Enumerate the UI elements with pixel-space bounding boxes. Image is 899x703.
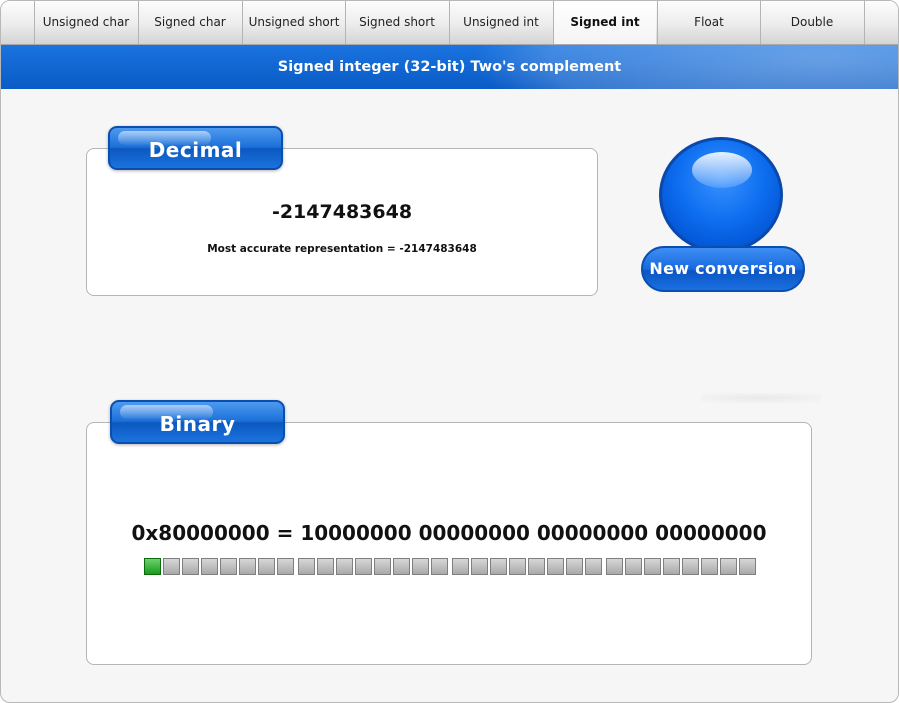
bit-toggle-27[interactable] [220, 558, 237, 575]
bit-toggle-25[interactable] [258, 558, 275, 575]
bit-toggle-21[interactable] [336, 558, 353, 575]
app-window: Unsigned char Signed char Unsigned short… [0, 0, 899, 703]
bit-toggle-9[interactable] [566, 558, 583, 575]
bit-toggle-29[interactable] [182, 558, 199, 575]
tab-unsigned-short[interactable]: Unsigned short [242, 1, 345, 44]
tab-signed-int[interactable]: Signed int [553, 1, 656, 44]
bit-toggle-10[interactable] [547, 558, 564, 575]
bit-toggle-12[interactable] [509, 558, 526, 575]
bit-toggle-0[interactable] [739, 558, 756, 575]
orb-icon [659, 137, 783, 253]
tab-signed-short[interactable]: Signed short [345, 1, 448, 44]
title-banner: Signed integer (32-bit) Two's complement [1, 45, 898, 89]
binary-label: Binary [110, 400, 285, 444]
tab-divider [864, 1, 865, 44]
tab-double[interactable]: Double [760, 1, 863, 44]
bit-toggle-3[interactable] [682, 558, 699, 575]
bit-toggle-4[interactable] [663, 558, 680, 575]
bit-toggle-1[interactable] [720, 558, 737, 575]
tab-unsigned-char[interactable]: Unsigned char [34, 1, 137, 44]
type-tab-bar: Unsigned char Signed char Unsigned short… [1, 1, 898, 45]
bit-toggle-30[interactable] [163, 558, 180, 575]
bit-toggle-15[interactable] [452, 558, 469, 575]
new-conversion-button[interactable]: New conversion [639, 137, 807, 297]
bit-toggle-row [144, 558, 758, 576]
bit-toggle-7[interactable] [606, 558, 623, 575]
bit-toggle-18[interactable] [393, 558, 410, 575]
tab-signed-char[interactable]: Signed char [138, 1, 241, 44]
accuracy-note: Most accurate representation = -21474836… [207, 243, 477, 255]
bit-toggle-8[interactable] [585, 558, 602, 575]
bit-toggle-19[interactable] [374, 558, 391, 575]
binary-value: 0x80000000 = 10000000 00000000 00000000 … [131, 521, 767, 545]
bit-toggle-13[interactable] [490, 558, 507, 575]
decimal-label: Decimal [108, 126, 283, 170]
decimal-value: -2147483648 [271, 201, 413, 223]
bit-toggle-31[interactable] [144, 558, 161, 575]
bit-toggle-6[interactable] [625, 558, 642, 575]
bit-toggle-26[interactable] [239, 558, 256, 575]
new-conversion-label: New conversion [641, 246, 805, 292]
bit-toggle-11[interactable] [528, 558, 545, 575]
bit-toggle-16[interactable] [431, 558, 448, 575]
bit-toggle-14[interactable] [471, 558, 488, 575]
shadow-decoration [701, 393, 821, 403]
bit-toggle-24[interactable] [277, 558, 294, 575]
bit-toggle-5[interactable] [644, 558, 661, 575]
bit-toggle-23[interactable] [298, 558, 315, 575]
page-title: Signed integer (32-bit) Two's complement [277, 59, 622, 75]
binary-panel: 0x80000000 = 10000000 00000000 00000000 … [86, 422, 812, 665]
bit-toggle-2[interactable] [701, 558, 718, 575]
tab-float[interactable]: Float [657, 1, 760, 44]
bit-toggle-22[interactable] [317, 558, 334, 575]
bit-toggle-20[interactable] [355, 558, 372, 575]
bit-toggle-28[interactable] [201, 558, 218, 575]
tab-unsigned-int[interactable]: Unsigned int [449, 1, 552, 44]
bit-toggle-17[interactable] [412, 558, 429, 575]
